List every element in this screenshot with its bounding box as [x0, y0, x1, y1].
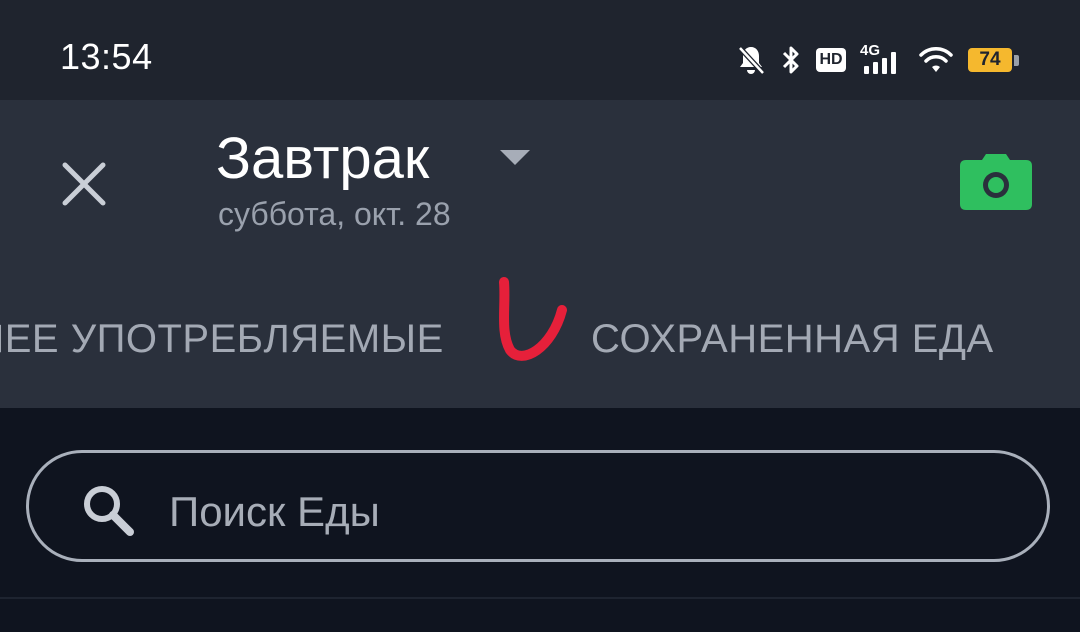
status-bar: 13:54 HD 4G 74	[0, 0, 1080, 100]
battery-level: 74	[968, 48, 1012, 72]
tab-most-used[interactable]: ЛЕЕ УПОТРЕБЛЯЕМЫЕ	[0, 314, 444, 364]
signal-4g-icon: 4G	[860, 42, 904, 76]
meal-date: суббота, окт. 28	[218, 196, 451, 232]
search-placeholder: Поиск Еды	[169, 488, 380, 535]
wifi-icon	[918, 45, 954, 75]
bell-muted-icon	[736, 44, 766, 76]
bluetooth-icon	[780, 44, 802, 76]
red-annotation-mark	[499, 277, 567, 361]
food-diary-screen: 13:54 HD 4G 74 Завтрак суббота, окт. 28 …	[0, 0, 1080, 632]
meal-title[interactable]: Завтрак	[216, 124, 429, 194]
camera-button[interactable]	[958, 152, 1034, 212]
battery-icon: 74	[968, 47, 1020, 73]
search-icon	[78, 480, 138, 540]
close-button[interactable]	[56, 156, 112, 212]
close-icon	[62, 162, 106, 206]
tab-saved-food[interactable]: СОХРАНЕННАЯ ЕДА	[591, 314, 994, 364]
battery-tip	[1014, 54, 1019, 66]
status-time: 13:54	[60, 36, 153, 77]
hd-icon: HD	[816, 48, 846, 72]
status-icons: HD 4G 74	[736, 40, 1020, 80]
camera-icon	[960, 154, 1032, 210]
chevron-down-icon[interactable]	[500, 150, 530, 165]
divider	[0, 597, 1080, 599]
